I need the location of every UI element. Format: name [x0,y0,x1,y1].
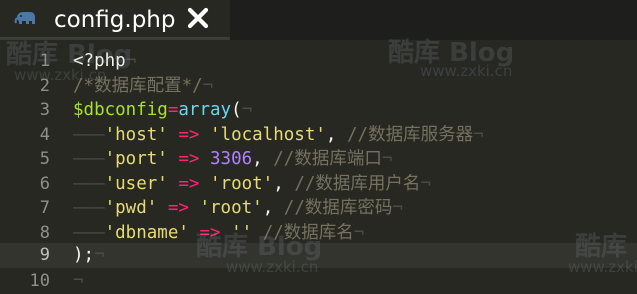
array-key: 'user' [104,173,168,194]
paren: ( [231,100,242,120]
comma: , [252,149,263,169]
comment: //数据库服务器 [347,124,474,145]
array-key: 'dbname' [104,222,189,243]
array-key: 'pwd' [104,198,158,218]
watermark-url: www.zxki.cn [420,62,513,80]
code-line: ———'user' => 'root', //数据库用户名¬ [73,172,637,197]
array-key: 'host' [104,124,168,145]
line-number: 10 [29,271,50,291]
eol-marker: ¬ [241,100,253,120]
code-line: ———'port' => 3306, //数据库端口¬ [73,147,637,172]
tab-title: config.php [54,7,176,33]
indent-guide: ——— [73,149,105,169]
array-value: 'root' [199,198,263,218]
eol-marker: ¬ [353,222,365,243]
line-number: 3 [39,100,50,120]
arrow-operator: => [167,198,189,218]
eol-marker: ¬ [202,75,214,96]
comma: , [262,198,274,218]
operator: = [167,100,179,120]
comma: , [273,173,284,194]
eol-marker: ¬ [73,271,84,291]
arrow-operator: => [178,124,200,145]
arrow-operator: => [178,149,200,169]
eol-marker: ¬ [392,198,403,218]
comma: , [325,124,337,145]
watermark-url: www.zxki.cn [568,258,637,276]
array-key: 'port' [104,149,168,169]
watermark-url: www.zxki.cn [14,66,107,84]
line-number: 4 [39,124,50,145]
indent-guide: ——— [73,222,105,243]
indent-guide: ——— [73,198,105,218]
line-number: 8 [39,222,50,243]
line-number: 6 [39,173,50,194]
code-line: $dbconfig=array(¬ [73,98,637,123]
code-line: ———'pwd' => 'root', //数据库密码¬ [73,196,637,221]
function-name: array [178,100,232,120]
code-line: ¬ [73,269,637,294]
code-line: <?php¬ [73,49,637,74]
line-number: 5 [39,149,50,169]
code-line: ———'host' => 'localhost', //数据库服务器¬ [73,123,637,148]
array-value: 3306 [210,149,253,169]
array-value: 'root' [210,173,274,194]
eol-marker: ¬ [473,124,484,145]
close-icon[interactable] [184,4,212,32]
code-line: );¬ [73,243,637,268]
comment: //数据库用户名 [294,173,421,194]
eol-marker: ¬ [381,149,393,169]
code-line: ———'dbname' => '' //数据库名¬ [73,221,637,246]
indent-guide: ——— [73,124,105,145]
variable: $dbconfig [73,100,168,120]
array-value: 'localhost' [210,124,326,145]
indent-guide: ——— [73,173,105,194]
comment: //数据库密码 [283,198,393,218]
watermark-url: www.zxki.cn [226,258,319,276]
arrow-operator: => [178,173,200,194]
comment: //数据库端口 [273,149,382,169]
eol-marker: ¬ [420,173,431,194]
eol-marker: ¬ [94,245,105,265]
elephant-php-icon [14,9,38,29]
line-number: 7 [39,198,50,218]
line-number: 9 [39,245,50,265]
code-line: /*数据库配置*/¬ [73,74,637,99]
code-editor[interactable]: <?php¬ /*数据库配置*/¬ $dbconfig=array(¬ ———'… [73,48,637,291]
array-close: ); [73,245,95,265]
